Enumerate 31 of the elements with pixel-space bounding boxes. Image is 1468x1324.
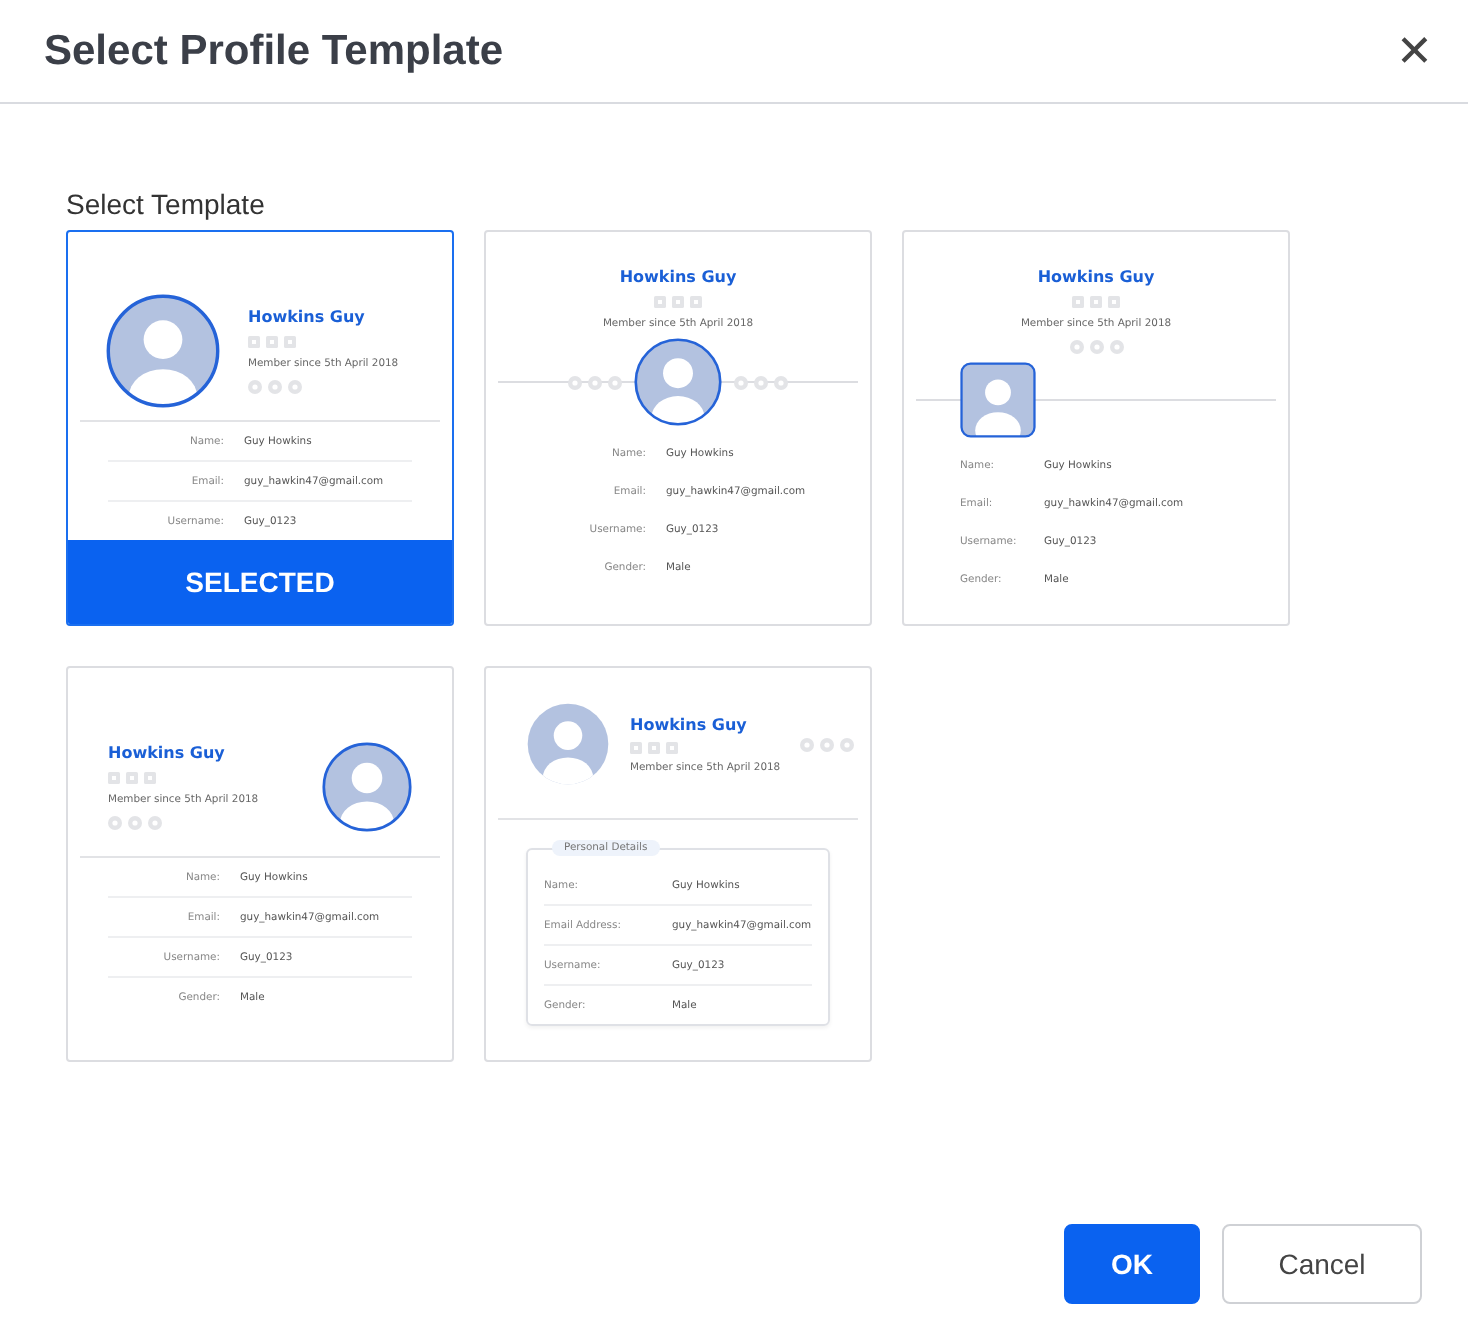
close-button[interactable]: ✕ xyxy=(1392,25,1436,77)
avatar-icon xyxy=(634,338,722,426)
avatar-icon xyxy=(106,293,220,407)
profile-name: Howkins Guy xyxy=(619,268,737,286)
avatar-icon xyxy=(960,362,1036,438)
profile-name: Howkins Guy xyxy=(630,715,747,733)
social-icon[interactable] xyxy=(672,296,684,308)
cancel-button[interactable]: Cancel xyxy=(1222,1224,1422,1304)
social-icon[interactable] xyxy=(266,335,278,347)
social-icon[interactable] xyxy=(248,335,260,347)
social-icon[interactable] xyxy=(690,296,702,308)
profile-name: Howkins Guy xyxy=(248,307,365,325)
social-icon[interactable] xyxy=(654,296,666,308)
dialog-title: Select Profile Template xyxy=(44,27,504,75)
selected-banner: SELECTED xyxy=(68,540,452,624)
avatar-icon xyxy=(322,741,412,831)
social-icon[interactable] xyxy=(630,741,642,753)
social-icon[interactable] xyxy=(1072,296,1084,308)
social-icon[interactable] xyxy=(108,771,120,783)
social-icon[interactable] xyxy=(648,741,660,753)
profile-name: Howkins Guy xyxy=(1037,268,1155,286)
social-icon[interactable] xyxy=(144,771,156,783)
social-icon[interactable] xyxy=(1108,296,1120,308)
social-icon[interactable] xyxy=(1090,296,1102,308)
profile-name: Howkins Guy xyxy=(108,743,225,761)
section-label: Select Template xyxy=(66,188,267,220)
avatar-icon xyxy=(526,702,610,786)
social-icon[interactable] xyxy=(666,741,678,753)
social-icon[interactable] xyxy=(126,771,138,783)
social-icon[interactable] xyxy=(284,335,296,347)
ok-button[interactable]: OK xyxy=(1064,1224,1200,1304)
